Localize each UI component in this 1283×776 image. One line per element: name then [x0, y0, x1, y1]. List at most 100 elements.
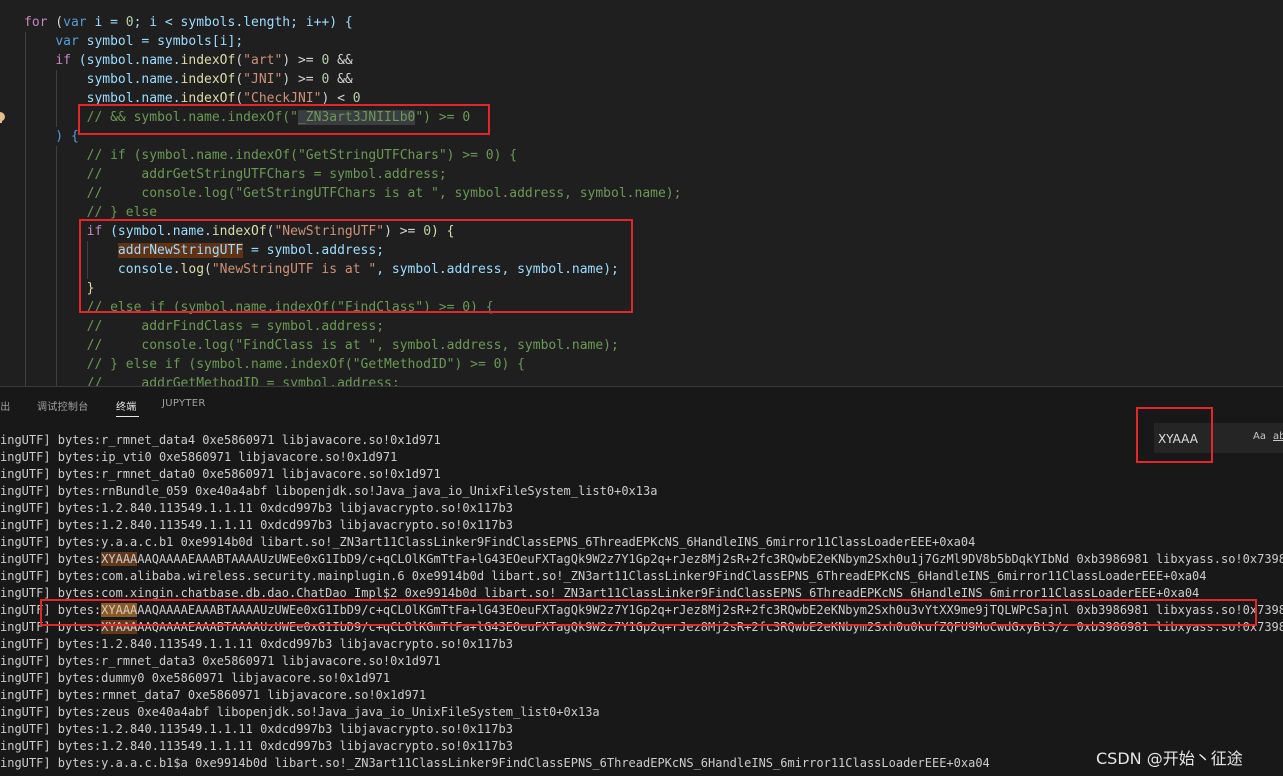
highlight-box-terminal-line — [40, 599, 1257, 626]
search-match: XYAAA — [101, 552, 138, 566]
terminal-text: ingUTF] bytes:dummy0 0xe5860971 libjavac… — [0, 671, 391, 685]
code-token: "art" — [243, 53, 283, 68]
code-line: // addrGetMethodID = symbol.address; — [24, 374, 400, 386]
code-token: // } else if (symbol.name.indexOf("GetMe… — [86, 357, 525, 372]
code-token: indexOf — [180, 72, 236, 87]
terminal-text: ingUTF] bytes:r_rmnet_data0 0xe5860971 l… — [0, 467, 441, 481]
code-token: for — [24, 15, 48, 30]
code-token: indexOf — [180, 53, 236, 68]
code-token: i = — [86, 15, 126, 30]
terminal-text: ingUTF] bytes:y.a.a.c.b1 0xe9914b0d liba… — [0, 535, 976, 549]
code-token: symbol.name. — [24, 72, 181, 87]
terminal-line: ingUTF] bytes:ip_vti0 0xe5860971 libjava… — [0, 449, 397, 466]
code-line: var symbol = symbols[i]; — [24, 32, 243, 51]
code-line: // console.log("GetStringUTFChars is at … — [24, 184, 682, 203]
code-token: ) { — [24, 129, 79, 144]
active-tab-indicator — [116, 416, 139, 417]
code-token: 0 — [125, 15, 134, 30]
code-token: ; i < symbols.length; i++) { — [133, 15, 353, 30]
code-line: if (symbol.name.indexOf("art") >= 0 && — [24, 51, 352, 70]
code-token: "JNI" — [243, 72, 283, 87]
terminal-line: ingUTF] bytes:y.a.a.c.b1 0xe9914b0d liba… — [0, 534, 975, 551]
code-token: // addrGetStringUTFChars = symbol.addres… — [86, 167, 447, 182]
terminal-line: ingUTF] bytes:1.2.840.113549.1.1.11 0xdc… — [0, 721, 513, 738]
terminal-text: ingUTF] bytes:1.2.840.113549.1.1.11 0xdc… — [0, 739, 513, 753]
code-token: // addrGetMethodID = symbol.address; — [86, 376, 400, 386]
terminal-line: ingUTF] bytes:com.alibaba.wireless.secur… — [0, 568, 1207, 585]
terminal-text: ingUTF] bytes:rmnet_data7 0xe5860971 lib… — [0, 688, 427, 702]
terminal-line: ingUTF] bytes:rmnet_data7 0xe5860971 lib… — [0, 687, 426, 704]
code-line: // addrFindClass = symbol.address; — [24, 317, 384, 336]
match-case-toggle[interactable]: Aa — [1253, 431, 1266, 442]
code-token: // if (symbol.name.indexOf("GetStringUTF… — [86, 148, 518, 163]
highlight-box-comment — [78, 104, 490, 135]
terminal-line: ingUTF] bytes:r_rmnet_data3 0xe5860971 l… — [0, 653, 441, 670]
terminal-line: ingUTF] bytes:1.2.840.113549.1.1.11 0xdc… — [0, 738, 513, 755]
code-line: // if (symbol.name.indexOf("GetStringUTF… — [24, 146, 517, 165]
code-token: ( — [47, 15, 64, 30]
code-line: symbol.name.indexOf("JNI") >= 0 && — [24, 70, 353, 89]
code-token: var — [63, 15, 87, 30]
code-line: // addrGetStringUTFChars = symbol.addres… — [24, 165, 447, 184]
terminal-line: ingUTF] bytes:1.2.840.113549.1.1.11 0xdc… — [0, 636, 513, 653]
highlight-box-newstringutf — [79, 219, 633, 313]
tab-jupyter[interactable]: JUPYTER — [162, 398, 206, 409]
code-token: if — [55, 53, 71, 68]
code-line: // } else if (symbol.name.indexOf("GetMe… — [24, 355, 525, 374]
tab-output[interactable]: 输出 — [0, 398, 11, 413]
code-line: for (var i = 0; i < symbols.length; i++)… — [24, 13, 353, 32]
lightbulb-icon[interactable] — [0, 111, 6, 125]
panel-tabs: 输出 调试控制台 终端 JUPYTER — [0, 387, 1283, 421]
code-line: // console.log("FindClass is at ", symbo… — [24, 336, 619, 355]
highlight-box-find — [1136, 407, 1213, 463]
code-token: // console.log("FindClass is at ", symbo… — [86, 338, 619, 353]
terminal-text: ingUTF] bytes:1.2.840.113549.1.1.11 0xdc… — [0, 518, 513, 532]
terminal-line: ingUTF] bytes:dummy0 0xe5860971 libjavac… — [0, 670, 390, 687]
terminal-line: ingUTF] bytes:zeus 0xe40a4abf libopenjdk… — [0, 704, 600, 721]
code-token: ( — [235, 53, 244, 68]
code-editor[interactable]: for (var i = 0; i < symbols.length; i++)… — [0, 0, 1283, 386]
terminal-line: ingUTF] bytes:rnBundle_059 0xe40a4abf li… — [0, 483, 657, 500]
code-token: var — [55, 34, 79, 49]
code-token: (symbol.name. — [70, 53, 181, 68]
bottom-panel: 输出 调试控制台 终端 JUPYTER ingUTF] bytes:r_rmne… — [0, 387, 1283, 776]
terminal-text: ingUTF] bytes:ip_vti0 0xe5860971 libjava… — [0, 450, 398, 464]
whole-word-toggle[interactable]: ab — [1273, 431, 1283, 442]
terminal-text: ingUTF] bytes:1.2.840.113549.1.1.11 0xdc… — [0, 722, 513, 736]
tab-debug-console[interactable]: 调试控制台 — [37, 398, 89, 413]
code-token: ( — [235, 72, 244, 87]
terminal-text: ingUTF] bytes:rnBundle_059 0xe40a4abf li… — [0, 484, 658, 498]
terminal-line: ingUTF] bytes:1.2.840.113549.1.1.11 0xdc… — [0, 517, 513, 534]
code-token: // } else — [86, 205, 158, 220]
code-line: ) { — [24, 127, 79, 146]
code-token: && — [329, 72, 353, 87]
terminal-text: ingUTF] bytes:r_rmnet_data3 0xe5860971 l… — [0, 654, 441, 668]
terminal-text: ingUTF] bytes: — [0, 552, 102, 566]
terminal-text: AAQAAAAEAAABTAAAAUzUWEe0xG1IbD9/c+qCLOlK… — [137, 552, 1283, 566]
code-token: // addrFindClass = symbol.address; — [86, 319, 385, 334]
terminal-line: ingUTF] bytes:y.a.a.c.b1$a 0xe9914b0d li… — [0, 755, 990, 772]
terminal-text: ingUTF] bytes:1.2.840.113549.1.1.11 0xdc… — [0, 637, 513, 651]
terminal-text: ingUTF] bytes:y.a.a.c.b1$a 0xe9914b0d li… — [0, 756, 990, 770]
tab-terminal[interactable]: 终端 — [116, 398, 137, 413]
terminal-line: ingUTF] bytes:r_rmnet_data0 0xe5860971 l… — [0, 466, 441, 483]
terminal-text: ingUTF] bytes:com.alibaba.wireless.secur… — [0, 569, 1207, 583]
code-token: symbol = symbols[i]; — [78, 34, 244, 49]
terminal-text: ingUTF] bytes:zeus 0xe40a4abf libopenjdk… — [0, 705, 600, 719]
terminal-line: ingUTF] bytes:XYAAAAAQAAAAEAAABTAAAAUzUW… — [0, 551, 1283, 568]
terminal-text: ingUTF] bytes:r_rmnet_data4 0xe5860971 l… — [0, 433, 441, 447]
terminal-text: ingUTF] bytes:com.xingin.chatbase.db.dao… — [0, 586, 1200, 600]
